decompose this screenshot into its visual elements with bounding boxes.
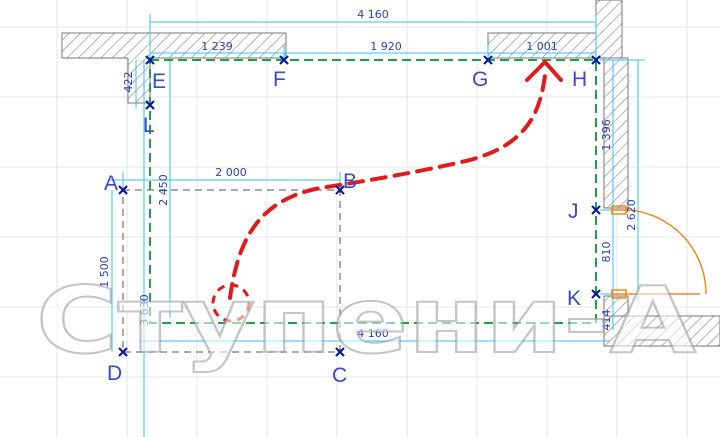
dim-2450: 2 450 [157,174,170,206]
dim-g-h: 1 001 [526,40,558,53]
point-label-g: G [472,68,488,91]
wall-top-left [61,32,287,104]
dim-f-g: 1 920 [370,40,402,53]
point-label-h: H [572,68,587,91]
point-label-e: E [152,70,166,93]
point-label-a: A [104,172,118,195]
floor-plan-drawing: 4 160 1 239 1 920 1 001 2 000 4 160 422 … [0,0,720,437]
dim-top-total: 4 160 [357,8,389,21]
dim-e-f: 1 239 [201,40,233,53]
dim-h-j: 1 396 [600,119,613,151]
dim-j-k: 810 [600,242,613,263]
dim-e-l: 422 [122,72,135,93]
watermark-text: Ступени-А [36,267,696,374]
point-label-l: L [143,114,155,137]
point-label-b: B [343,170,357,193]
point-label-f: F [273,68,286,91]
dim-2620: 2 620 [625,199,638,231]
dim-a-b: 2 000 [215,166,247,179]
point-label-j: J [568,200,579,223]
